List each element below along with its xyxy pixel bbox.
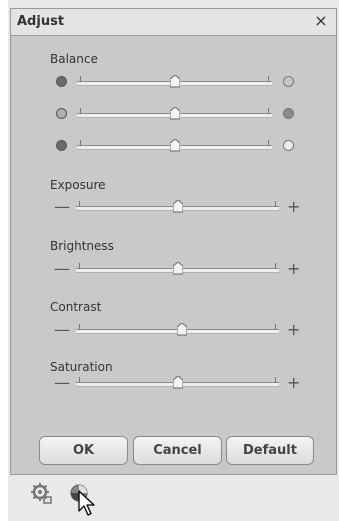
adjust-dialog: Adjust × Balance Exposure — + Brightness…: [10, 8, 337, 475]
close-button[interactable]: ×: [312, 11, 330, 31]
bottom-toolbar: [10, 476, 337, 521]
max-tick: [268, 140, 269, 146]
ok-button[interactable]: OK: [39, 436, 128, 465]
balance-slider-1[interactable]: [77, 75, 272, 88]
balance-left-swatch: [56, 76, 67, 87]
default-button[interactable]: Default: [226, 436, 314, 465]
slider-thumb[interactable]: [169, 107, 180, 120]
plus-icon: +: [287, 320, 301, 339]
balance-slider-3[interactable]: [77, 139, 272, 152]
min-tick: [79, 377, 80, 383]
slider-thumb[interactable]: [172, 200, 183, 213]
min-tick: [80, 108, 81, 114]
balance-label: Balance: [50, 52, 98, 66]
max-tick: [275, 377, 276, 383]
dialog-titlebar: Adjust ×: [11, 9, 336, 36]
saturation-label: Saturation: [50, 360, 113, 374]
mouse-cursor-icon: [78, 490, 95, 516]
max-tick: [275, 324, 276, 330]
dialog-title: Adjust: [17, 14, 65, 29]
max-tick: [268, 108, 269, 114]
settings-icon[interactable]: [30, 482, 52, 504]
brightness-row: — +: [11, 259, 336, 281]
background-edge: [0, 0, 8, 521]
slider-thumb[interactable]: [169, 75, 180, 88]
balance-row-3: [11, 136, 336, 158]
minus-icon: —: [54, 373, 70, 392]
slider-thumb[interactable]: [176, 323, 187, 336]
max-tick: [275, 263, 276, 269]
minus-icon: —: [54, 197, 70, 216]
exposure-slider[interactable]: [76, 200, 279, 213]
brightness-label: Brightness: [50, 239, 114, 253]
min-tick: [79, 324, 80, 330]
balance-slider-2[interactable]: [77, 107, 272, 120]
balance-left-swatch: [56, 140, 67, 151]
contrast-slider[interactable]: [76, 323, 279, 336]
max-tick: [268, 76, 269, 82]
minus-icon: —: [54, 259, 70, 278]
balance-right-swatch: [283, 76, 294, 87]
contrast-row: — +: [11, 320, 336, 342]
min-tick: [79, 201, 80, 207]
exposure-label: Exposure: [50, 178, 106, 192]
slider-thumb[interactable]: [169, 139, 180, 152]
balance-row-1: [11, 72, 336, 94]
saturation-slider[interactable]: [76, 376, 279, 389]
plus-icon: +: [287, 259, 301, 278]
minus-icon: —: [54, 320, 70, 339]
balance-right-swatch: [283, 108, 294, 119]
balance-right-swatch: [283, 140, 294, 151]
min-tick: [80, 76, 81, 82]
contrast-label: Contrast: [50, 300, 102, 314]
max-tick: [275, 201, 276, 207]
balance-left-swatch: [56, 108, 67, 119]
exposure-row: — +: [11, 197, 336, 219]
slider-thumb[interactable]: [172, 376, 183, 389]
plus-icon: +: [287, 197, 301, 216]
min-tick: [80, 140, 81, 146]
saturation-row: — +: [11, 373, 336, 395]
plus-icon: +: [287, 373, 301, 392]
balance-row-2: [11, 104, 336, 126]
min-tick: [79, 263, 80, 269]
brightness-slider[interactable]: [76, 262, 279, 275]
cancel-button[interactable]: Cancel: [133, 436, 222, 465]
slider-thumb[interactable]: [172, 262, 183, 275]
